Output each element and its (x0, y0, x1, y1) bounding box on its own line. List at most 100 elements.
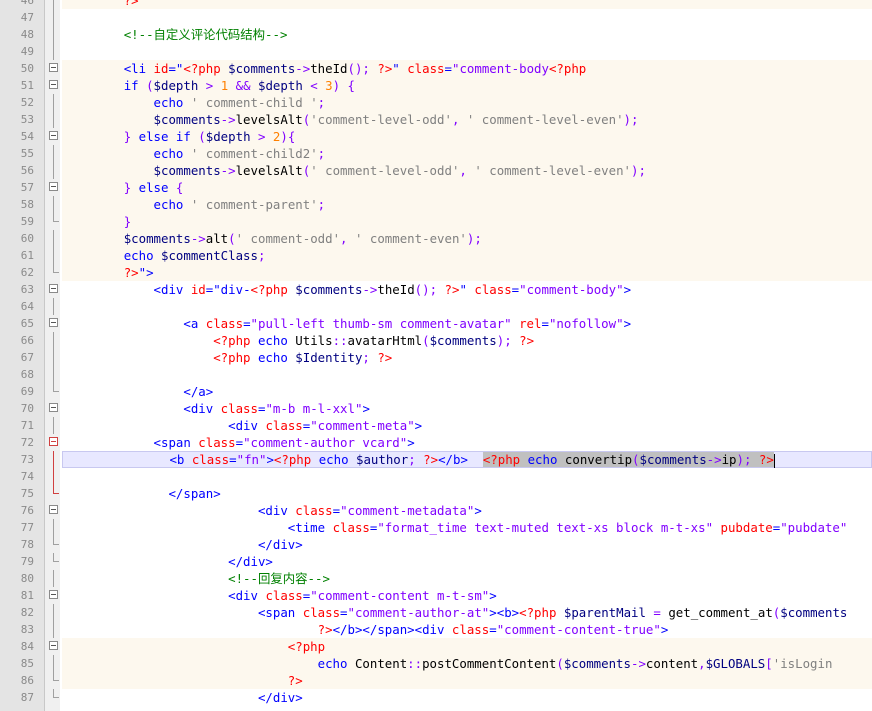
code-text[interactable]: ?>"> (62, 264, 872, 281)
code-line[interactable]: 59 } (0, 213, 872, 230)
fold-toggle-icon[interactable] (49, 182, 58, 191)
code-text[interactable]: <!--回复内容--> (62, 570, 872, 587)
code-line[interactable]: 48 <!--自定义评论代码结构--> (0, 26, 872, 43)
code-text[interactable]: ?></b></span><div class="comment-content… (62, 621, 872, 638)
code-line[interactable]: 75 </span> (0, 485, 872, 502)
text-selection[interactable]: <?php echo convertip($comments->ip); ?> (482, 452, 774, 467)
code-text[interactable]: $comments->levelsAlt('comment-level-odd'… (62, 111, 872, 128)
code-line[interactable]: 84 <?php (0, 638, 872, 655)
code-line[interactable]: 49 (0, 43, 872, 60)
code-text[interactable]: <div class="comment-meta"> (62, 417, 872, 434)
code-line[interactable]: 70 <div class="m-b m-l-xxl"> (0, 400, 872, 417)
code-text[interactable] (62, 9, 872, 26)
code-line[interactable]: 54 } else if ($depth > 2){ (0, 128, 872, 145)
code-text[interactable]: } (62, 213, 872, 230)
code-line[interactable]: 85 echo Content::postCommentContent($com… (0, 655, 872, 672)
code-line[interactable]: 87 </div> (0, 689, 872, 706)
code-line[interactable]: 58 echo ' comment-parent'; (0, 196, 872, 213)
code-editor[interactable]: 46 ?> 47 48 <!--自定义评论代码结构--> 49 50 <li id="<… (0, 0, 872, 711)
code-text[interactable]: </a> (62, 383, 872, 400)
code-text[interactable]: <div id="div-<?php $comments->theId(); ?… (62, 281, 872, 298)
code-line[interactable]: 67 <?php echo $Identity; ?> (0, 349, 872, 366)
code-text[interactable]: echo ' comment-child '; (62, 94, 872, 111)
code-text[interactable]: <span class="comment-author-at"><b><?php… (62, 604, 872, 621)
code-text[interactable]: echo ' comment-parent'; (62, 196, 872, 213)
code-text[interactable] (62, 298, 872, 315)
code-text[interactable]: <div class="m-b m-l-xxl"> (62, 400, 872, 417)
current-line-text[interactable]: <b class="fn"><?php echo $author; ?></b>… (62, 451, 872, 468)
code-line[interactable]: 86 ?> (0, 672, 872, 689)
fold-toggle-icon[interactable] (49, 318, 58, 327)
code-line[interactable]: 50 <li id="<?php $comments->theId(); ?>"… (0, 60, 872, 77)
code-text[interactable]: } else if ($depth > 2){ (62, 128, 872, 145)
fold-toggle-icon[interactable] (49, 437, 58, 446)
code-text[interactable]: <a class="pull-left thumb-sm comment-ava… (62, 315, 872, 332)
code-token: "> (138, 265, 154, 280)
fold-toggle-icon[interactable] (49, 590, 58, 599)
code-text[interactable]: ?> (62, 0, 872, 9)
code-line[interactable]: 56 $comments->levelsAlt(' comment-level-… (0, 162, 872, 179)
code-text[interactable]: </div> (62, 553, 872, 570)
code-line[interactable]: 52 echo ' comment-child '; (0, 94, 872, 111)
code-text[interactable]: if ($depth > 1 && $depth < 3) { (62, 77, 872, 94)
code-line[interactable]: 82 <span class="comment-author-at"><b><?… (0, 604, 872, 621)
code-line[interactable]: 68 (0, 366, 872, 383)
code-line[interactable]: 60 $comments->alt(' comment-odd', ' comm… (0, 230, 872, 247)
code-line[interactable]: 63 <div id="div-<?php $comments->theId()… (0, 281, 872, 298)
code-line[interactable]: 47 (0, 9, 872, 26)
code-text[interactable]: <!--自定义评论代码结构--> (62, 26, 872, 43)
code-line[interactable]: 76 <div class="comment-metadata"> (0, 502, 872, 519)
code-text[interactable]: </div> (62, 536, 872, 553)
code-text[interactable]: <li id="<?php $comments->theId(); ?>" cl… (62, 60, 872, 77)
code-line[interactable]: 72 <span class="comment-author vcard"> (0, 434, 872, 451)
code-text[interactable]: echo $commentClass; (62, 247, 872, 264)
code-line[interactable]: 80 <!--回复内容--> (0, 570, 872, 587)
code-text[interactable] (62, 468, 872, 485)
code-line[interactable]: 77 <time class="format_time text-muted t… (0, 519, 872, 536)
code-line[interactable]: 78 </div> (0, 536, 872, 553)
code-text[interactable]: <?php echo Utils::avatarHtml($comments);… (62, 332, 872, 349)
code-text[interactable]: <?php (62, 638, 872, 655)
fold-toggle-icon[interactable] (49, 403, 58, 412)
code-line[interactable]: 66 <?php echo Utils::avatarHtml($comment… (0, 332, 872, 349)
code-line[interactable]: 73 <b class="fn"><?php echo $author; ?><… (0, 451, 872, 468)
code-line[interactable]: 55 echo ' comment-child2'; (0, 145, 872, 162)
code-text[interactable]: echo ' comment-child2'; (62, 145, 872, 162)
fold-toggle-icon[interactable] (49, 284, 58, 293)
code-text[interactable]: ?> (62, 672, 872, 689)
code-text[interactable]: $comments->levelsAlt(' comment-level-odd… (62, 162, 872, 179)
code-text[interactable]: <time class="format_time text-muted text… (62, 519, 872, 536)
code-line[interactable]: 74 (0, 468, 872, 485)
code-line[interactable]: 71 <div class="comment-meta"> (0, 417, 872, 434)
code-line[interactable]: 69 </a> (0, 383, 872, 400)
fold-toggle-icon[interactable] (49, 505, 58, 514)
code-line[interactable]: 46 ?> (0, 0, 872, 9)
code-text[interactable] (62, 366, 872, 383)
code-text[interactable]: <span class="comment-author vcard"> (62, 434, 872, 451)
fold-toggle-icon[interactable] (49, 641, 58, 650)
code-line[interactable]: 64 (0, 298, 872, 315)
code-text[interactable]: <?php echo $Identity; ?> (62, 349, 872, 366)
code-line[interactable]: 62 ?>"> (0, 264, 872, 281)
code-line[interactable]: 57 } else { (0, 179, 872, 196)
code-text[interactable] (62, 43, 872, 60)
code-line[interactable]: 81 <div class="comment-content m-t-sm"> (0, 587, 872, 604)
code-line[interactable]: 61 echo $commentClass; (0, 247, 872, 264)
fold-toggle-icon[interactable] (49, 131, 58, 140)
code-line[interactable]: 79 </div> (0, 553, 872, 570)
code-line[interactable]: 53 $comments->levelsAlt('comment-level-o… (0, 111, 872, 128)
fold-toggle-icon[interactable] (49, 63, 58, 72)
code-text[interactable]: </span> (62, 485, 872, 502)
code-text[interactable]: <div class="comment-metadata"> (62, 502, 872, 519)
code-line[interactable]: 83 ?></b></span><div class="comment-cont… (0, 621, 872, 638)
code-token: <div (257, 503, 296, 518)
code-text[interactable]: echo Content::postCommentContent($commen… (62, 655, 872, 672)
code-line[interactable]: 51 if ($depth > 1 && $depth < 3) { (0, 77, 872, 94)
code-text[interactable]: </div> (62, 689, 872, 706)
code-text[interactable]: <div class="comment-content m-t-sm"> (62, 587, 872, 604)
code-text[interactable]: } else { (62, 179, 872, 196)
code-line[interactable]: 65 <a class="pull-left thumb-sm comment-… (0, 315, 872, 332)
fold-toggle-icon[interactable] (49, 80, 58, 89)
code-text[interactable]: $comments->alt(' comment-odd', ' comment… (62, 230, 872, 247)
